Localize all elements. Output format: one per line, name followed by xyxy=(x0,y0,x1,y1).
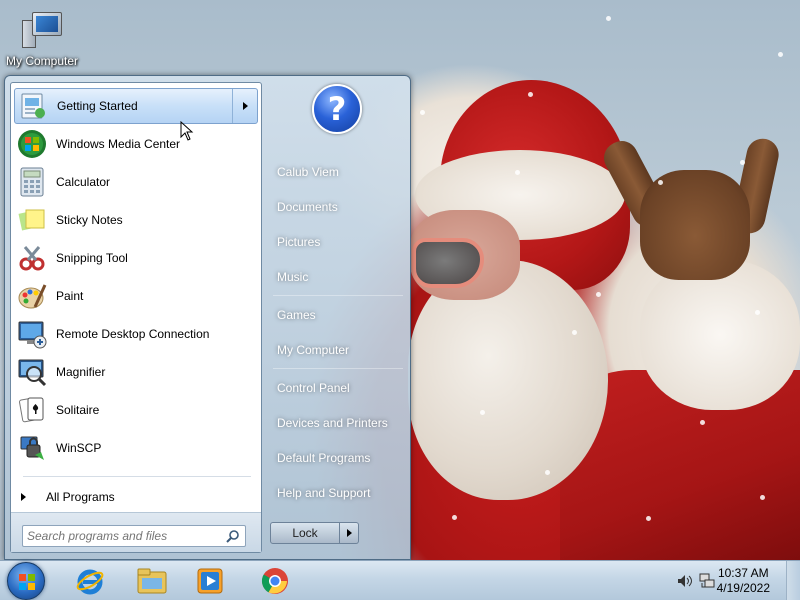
help-icon: ? xyxy=(312,84,362,134)
link-my-computer[interactable]: My Computer xyxy=(267,335,407,365)
volume-icon[interactable] xyxy=(677,574,693,588)
magnifier-icon xyxy=(16,356,48,388)
computer-icon xyxy=(20,10,64,50)
clock[interactable]: 10:37 AM 4/19/2022 xyxy=(717,566,770,596)
divider xyxy=(273,368,403,369)
link-default-programs[interactable]: Default Programs xyxy=(267,443,407,473)
program-label: Magnifier xyxy=(56,365,106,379)
chevron-right-icon xyxy=(242,102,248,110)
programs-pane: Getting Started Windows Media Center Cal… xyxy=(10,82,262,553)
chrome-icon xyxy=(261,568,288,594)
program-label: Remote Desktop Connection xyxy=(56,327,210,341)
program-label: Windows Media Center xyxy=(56,137,181,151)
clock-time: 10:37 AM xyxy=(717,566,769,580)
link-documents[interactable]: Documents xyxy=(267,192,407,222)
internet-explorer-icon xyxy=(76,569,104,595)
search-box[interactable] xyxy=(22,525,246,547)
desktop-icon-label: My Computer xyxy=(5,54,79,68)
chevron-right-icon xyxy=(346,529,352,537)
all-programs-label: All Programs xyxy=(46,490,115,504)
solitaire-icon xyxy=(16,394,48,426)
start-menu: Getting Started Windows Media Center Cal… xyxy=(4,75,411,560)
shutdown-options-button[interactable] xyxy=(340,522,359,544)
program-magnifier[interactable]: Magnifier xyxy=(14,354,258,390)
program-remote-desktop-connection[interactable]: Remote Desktop Connection xyxy=(14,316,258,352)
program-label: Getting Started xyxy=(57,99,138,113)
submenu-arrow-button[interactable] xyxy=(232,89,257,123)
program-label: WinSCP xyxy=(56,441,102,455)
all-programs-button[interactable]: All Programs xyxy=(21,486,115,508)
link-pictures[interactable]: Pictures xyxy=(267,227,407,257)
program-solitaire[interactable]: Solitaire xyxy=(14,392,258,428)
program-label: Paint xyxy=(56,289,84,303)
link-help-and-support[interactable]: Help and Support xyxy=(267,478,407,508)
link-games[interactable]: Games xyxy=(267,300,407,330)
program-windows-media-center[interactable]: Windows Media Center xyxy=(14,126,258,162)
program-winscp[interactable]: WinSCP xyxy=(14,430,258,466)
remote-desktop-icon xyxy=(16,318,48,350)
program-label: Calculator xyxy=(56,175,111,189)
search-area xyxy=(11,512,261,552)
search-input[interactable] xyxy=(27,527,217,545)
chevron-right-icon xyxy=(21,493,26,501)
windows-media-center-icon xyxy=(16,128,48,160)
divider xyxy=(23,476,251,477)
lock-button[interactable]: Lock xyxy=(270,522,340,544)
taskbar-internet-explorer[interactable] xyxy=(62,563,118,599)
program-label: Snipping Tool xyxy=(56,251,128,265)
windows-explorer-icon xyxy=(137,568,167,594)
taskbar-windows-explorer[interactable] xyxy=(124,563,180,599)
link-devices-and-printers[interactable]: Devices and Printers xyxy=(267,408,407,438)
start-button[interactable] xyxy=(7,562,45,600)
program-label: Sticky Notes xyxy=(56,213,123,227)
system-tray: 10:37 AM 4/19/2022 xyxy=(655,561,800,600)
program-paint[interactable]: Paint xyxy=(14,278,258,314)
taskbar-media-player[interactable] xyxy=(182,563,238,599)
places-pane: ? Calub Viem Documents Pictures Music Ga… xyxy=(267,82,407,553)
program-label: Solitaire xyxy=(56,403,100,417)
taskbar: 10:37 AM 4/19/2022 xyxy=(0,560,800,600)
snipping-tool-icon xyxy=(16,242,48,274)
program-snipping-tool[interactable]: Snipping Tool xyxy=(14,240,258,276)
calculator-icon xyxy=(16,166,48,198)
paint-icon xyxy=(16,280,48,312)
getting-started-icon xyxy=(17,90,49,122)
mouse-cursor-icon xyxy=(180,121,194,141)
winscp-icon xyxy=(16,432,48,464)
windows-logo-icon xyxy=(19,574,35,590)
link-user-folder[interactable]: Calub Viem xyxy=(267,157,407,187)
desktop-icon-my-computer[interactable]: My Computer xyxy=(2,10,82,68)
sticky-notes-icon xyxy=(16,204,48,236)
show-desktop-button[interactable] xyxy=(786,561,800,600)
link-music[interactable]: Music xyxy=(267,262,407,292)
program-getting-started[interactable]: Getting Started xyxy=(14,88,258,124)
search-icon[interactable] xyxy=(226,529,240,543)
divider xyxy=(273,295,403,296)
link-control-panel[interactable]: Control Panel xyxy=(267,373,407,403)
taskbar-chrome[interactable] xyxy=(247,563,303,599)
network-icon[interactable] xyxy=(699,573,715,589)
program-sticky-notes[interactable]: Sticky Notes xyxy=(14,202,258,238)
clock-date: 4/19/2022 xyxy=(716,581,770,595)
media-player-icon xyxy=(197,568,223,594)
program-calculator[interactable]: Calculator xyxy=(14,164,258,200)
